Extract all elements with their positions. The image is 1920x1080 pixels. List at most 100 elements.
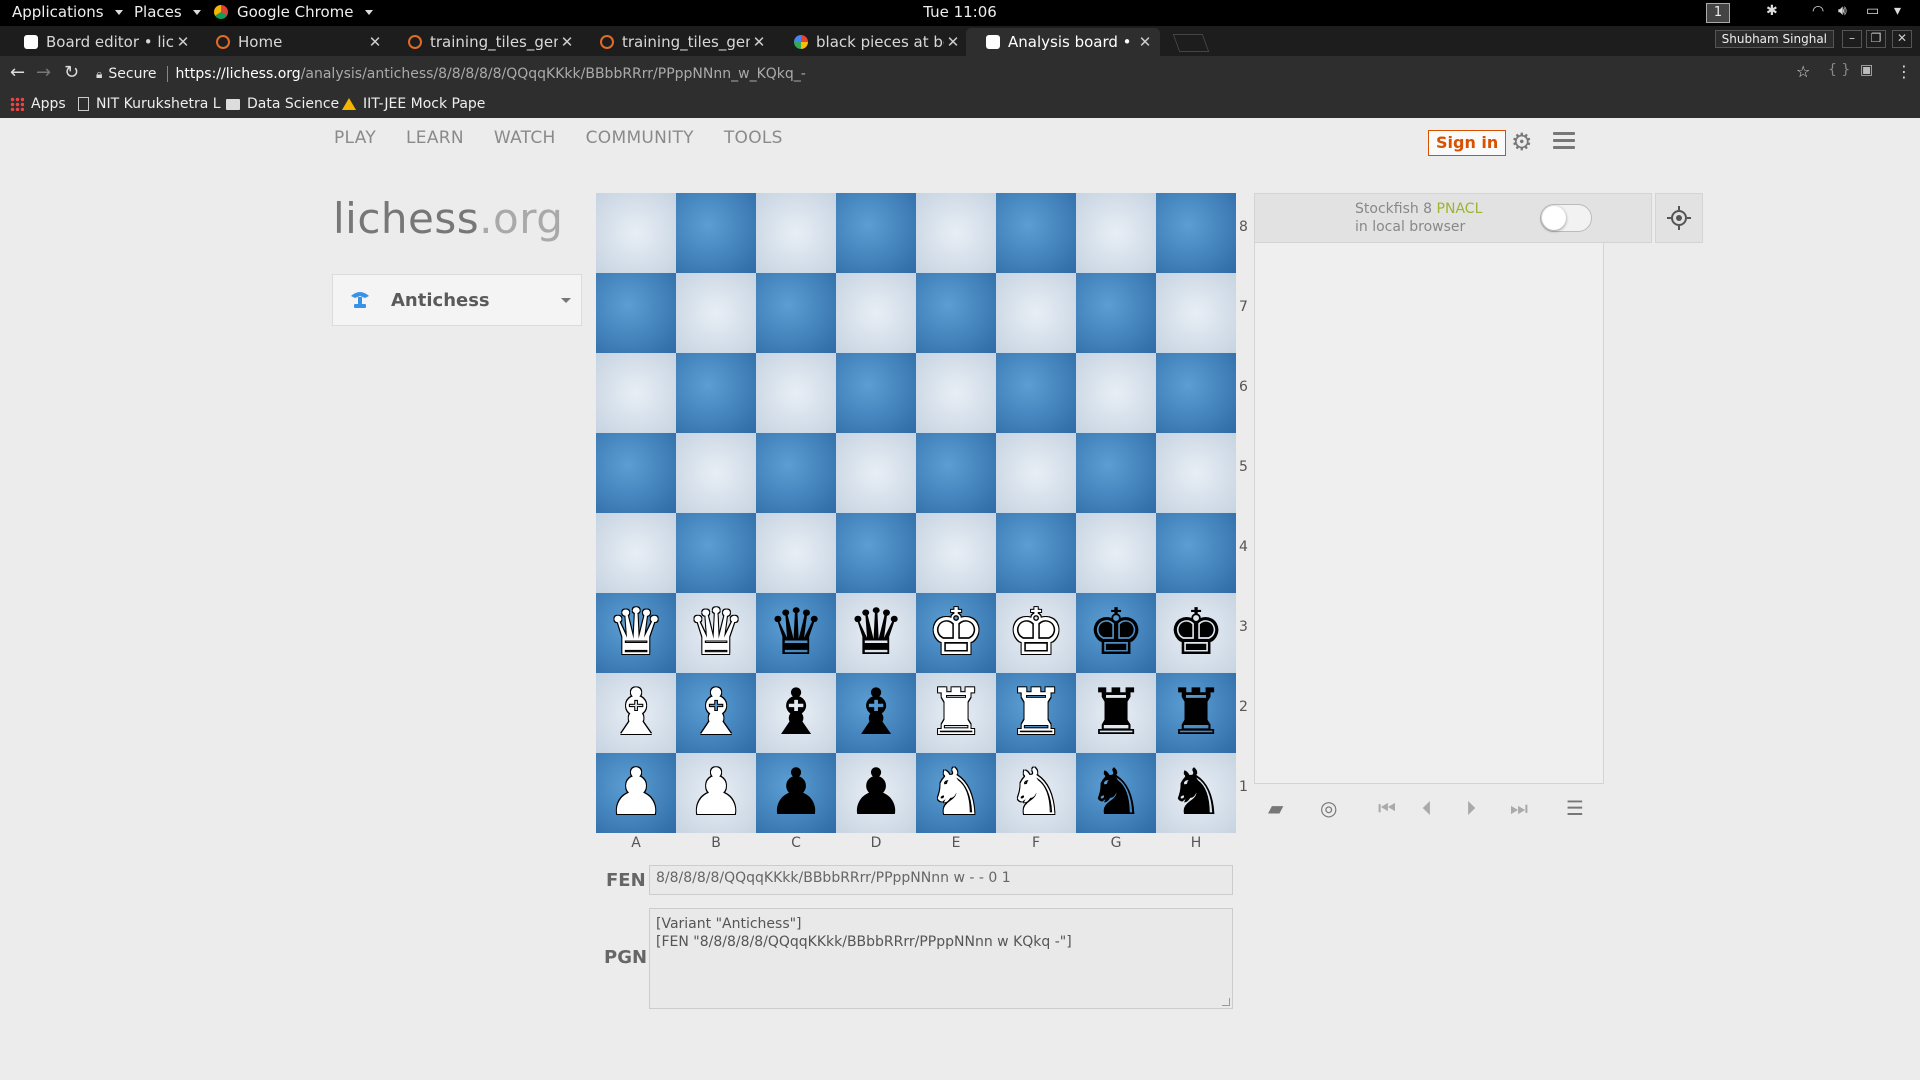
clock[interactable]: Tue 11:06: [923, 3, 997, 21]
places-menu[interactable]: Places: [134, 3, 201, 21]
white-rook-piece[interactable]: ♜: [996, 673, 1076, 753]
fen-input[interactable]: 8/8/8/8/8/QQqqKKkk/BBbbRRrr/PPppNNnn w -…: [649, 865, 1233, 895]
square-f3[interactable]: ♚: [996, 593, 1076, 673]
square-g6[interactable]: [1076, 353, 1156, 433]
square-g2[interactable]: ♜: [1076, 673, 1156, 753]
close-icon[interactable]: ✕: [944, 33, 962, 51]
nav-play[interactable]: PLAY: [334, 128, 376, 148]
square-e2[interactable]: ♜: [916, 673, 996, 753]
square-a6[interactable]: [596, 353, 676, 433]
square-h5[interactable]: [1156, 433, 1236, 513]
square-a3[interactable]: ♛: [596, 593, 676, 673]
black-knight-piece[interactable]: ♞: [1156, 753, 1236, 833]
browser-tab[interactable]: training_tiles_gener ✕: [580, 28, 774, 56]
browser-tab[interactable]: training_tiles_gener ✕: [388, 28, 582, 56]
hamburger-menu-icon[interactable]: [1553, 132, 1575, 153]
bookmark-folder-data-science[interactable]: Data Science: [226, 96, 339, 112]
black-pawn-piece[interactable]: ♟: [756, 753, 836, 833]
white-rook-piece[interactable]: ♜: [916, 673, 996, 753]
black-rook-piece[interactable]: ♜: [1076, 673, 1156, 753]
chrome-menu-icon[interactable]: ⋮: [1896, 62, 1912, 81]
applications-menu[interactable]: Applications: [12, 3, 123, 21]
book-icon[interactable]: ▰: [1268, 796, 1283, 820]
square-d3[interactable]: ♛: [836, 593, 916, 673]
square-e8[interactable]: [916, 193, 996, 273]
browser-tab[interactable]: Home ✕: [196, 28, 390, 56]
engine-toggle[interactable]: [1540, 204, 1592, 232]
square-g4[interactable]: [1076, 513, 1156, 593]
square-h8[interactable]: [1156, 193, 1236, 273]
black-bishop-piece[interactable]: ♝: [836, 673, 916, 753]
forward-arrow-icon[interactable]: →: [36, 62, 51, 83]
square-c3[interactable]: ♛: [756, 593, 836, 673]
previous-move-icon[interactable]: ⏴: [1422, 796, 1432, 820]
extension-image-icon[interactable]: ▣: [1860, 62, 1873, 78]
close-icon[interactable]: ✕: [366, 33, 384, 51]
bookmark-star-icon[interactable]: ☆: [1796, 62, 1810, 81]
black-king-piece[interactable]: ♚: [1076, 593, 1156, 673]
square-c2[interactable]: ♝: [756, 673, 836, 753]
sign-in-button[interactable]: Sign in: [1428, 130, 1507, 156]
crosshair-target-button[interactable]: [1655, 193, 1703, 243]
white-bishop-piece[interactable]: ♝: [676, 673, 756, 753]
square-h1[interactable]: ♞: [1156, 753, 1236, 833]
square-e5[interactable]: [916, 433, 996, 513]
square-e3[interactable]: ♚: [916, 593, 996, 673]
square-d2[interactable]: ♝: [836, 673, 916, 753]
square-c6[interactable]: [756, 353, 836, 433]
last-move-icon[interactable]: ⏭: [1510, 796, 1528, 820]
square-d5[interactable]: [836, 433, 916, 513]
target-icon[interactable]: ◎: [1320, 796, 1337, 820]
browser-tab[interactable]: black pieces at bott ✕: [774, 28, 968, 56]
square-c7[interactable]: [756, 273, 836, 353]
square-e4[interactable]: [916, 513, 996, 593]
close-icon[interactable]: ✕: [1136, 33, 1154, 51]
bluetooth-icon[interactable]: ✱: [1766, 3, 1778, 19]
square-a2[interactable]: ♝: [596, 673, 676, 753]
nav-watch[interactable]: WATCH: [494, 128, 556, 148]
workspace-indicator[interactable]: 1: [1706, 3, 1730, 23]
square-a5[interactable]: [596, 433, 676, 513]
black-queen-piece[interactable]: ♛: [836, 593, 916, 673]
square-b7[interactable]: [676, 273, 756, 353]
square-b5[interactable]: [676, 433, 756, 513]
restore-icon[interactable]: ❐: [1866, 30, 1886, 48]
chess-board[interactable]: ♛ ♛ ♛ ♛ ♚ ♚ ♚ ♚ ♝ ♝ ♝ ♝ ♜ ♜ ♜ ♜ ♟ ♟ ♟ ♟ ♞ ♞ ♞ ♞: [596, 193, 1236, 833]
square-h2[interactable]: ♜: [1156, 673, 1236, 753]
white-pawn-piece[interactable]: ♟: [596, 753, 676, 833]
bookmark-nit[interactable]: NIT Kurukshetra L: [78, 96, 221, 112]
nav-tools[interactable]: TOOLS: [724, 128, 783, 148]
nav-learn[interactable]: LEARN: [406, 128, 464, 148]
black-king-piece[interactable]: ♚: [1156, 593, 1236, 673]
square-c5[interactable]: [756, 433, 836, 513]
next-move-icon[interactable]: ⏵: [1466, 796, 1476, 820]
white-king-piece[interactable]: ♚: [996, 593, 1076, 673]
variant-selector[interactable]: Antichess: [332, 274, 582, 326]
square-d1[interactable]: ♟: [836, 753, 916, 833]
close-icon[interactable]: ✕: [750, 33, 768, 51]
profile-button[interactable]: Shubham Singhal: [1714, 30, 1834, 48]
square-f2[interactable]: ♜: [996, 673, 1076, 753]
wifi-icon[interactable]: ◠: [1812, 3, 1824, 19]
square-e7[interactable]: [916, 273, 996, 353]
square-g1[interactable]: ♞: [1076, 753, 1156, 833]
square-c1[interactable]: ♟: [756, 753, 836, 833]
square-h4[interactable]: [1156, 513, 1236, 593]
square-f1[interactable]: ♞: [996, 753, 1076, 833]
reload-icon[interactable]: ↻: [64, 62, 79, 83]
square-f8[interactable]: [996, 193, 1076, 273]
black-pawn-piece[interactable]: ♟: [836, 753, 916, 833]
move-list[interactable]: [1254, 243, 1604, 784]
black-knight-piece[interactable]: ♞: [1076, 753, 1156, 833]
pgn-textarea[interactable]: [Variant "Antichess"] [FEN "8/8/8/8/8/QQ…: [649, 908, 1233, 1009]
square-f7[interactable]: [996, 273, 1076, 353]
volume-icon[interactable]: 🔊︎: [1838, 3, 1847, 19]
square-d4[interactable]: [836, 513, 916, 593]
resize-grip-icon[interactable]: [1222, 998, 1230, 1006]
white-king-piece[interactable]: ♚: [916, 593, 996, 673]
square-b1[interactable]: ♟: [676, 753, 756, 833]
square-a4[interactable]: [596, 513, 676, 593]
white-knight-piece[interactable]: ♞: [996, 753, 1076, 833]
square-b4[interactable]: [676, 513, 756, 593]
square-a7[interactable]: [596, 273, 676, 353]
